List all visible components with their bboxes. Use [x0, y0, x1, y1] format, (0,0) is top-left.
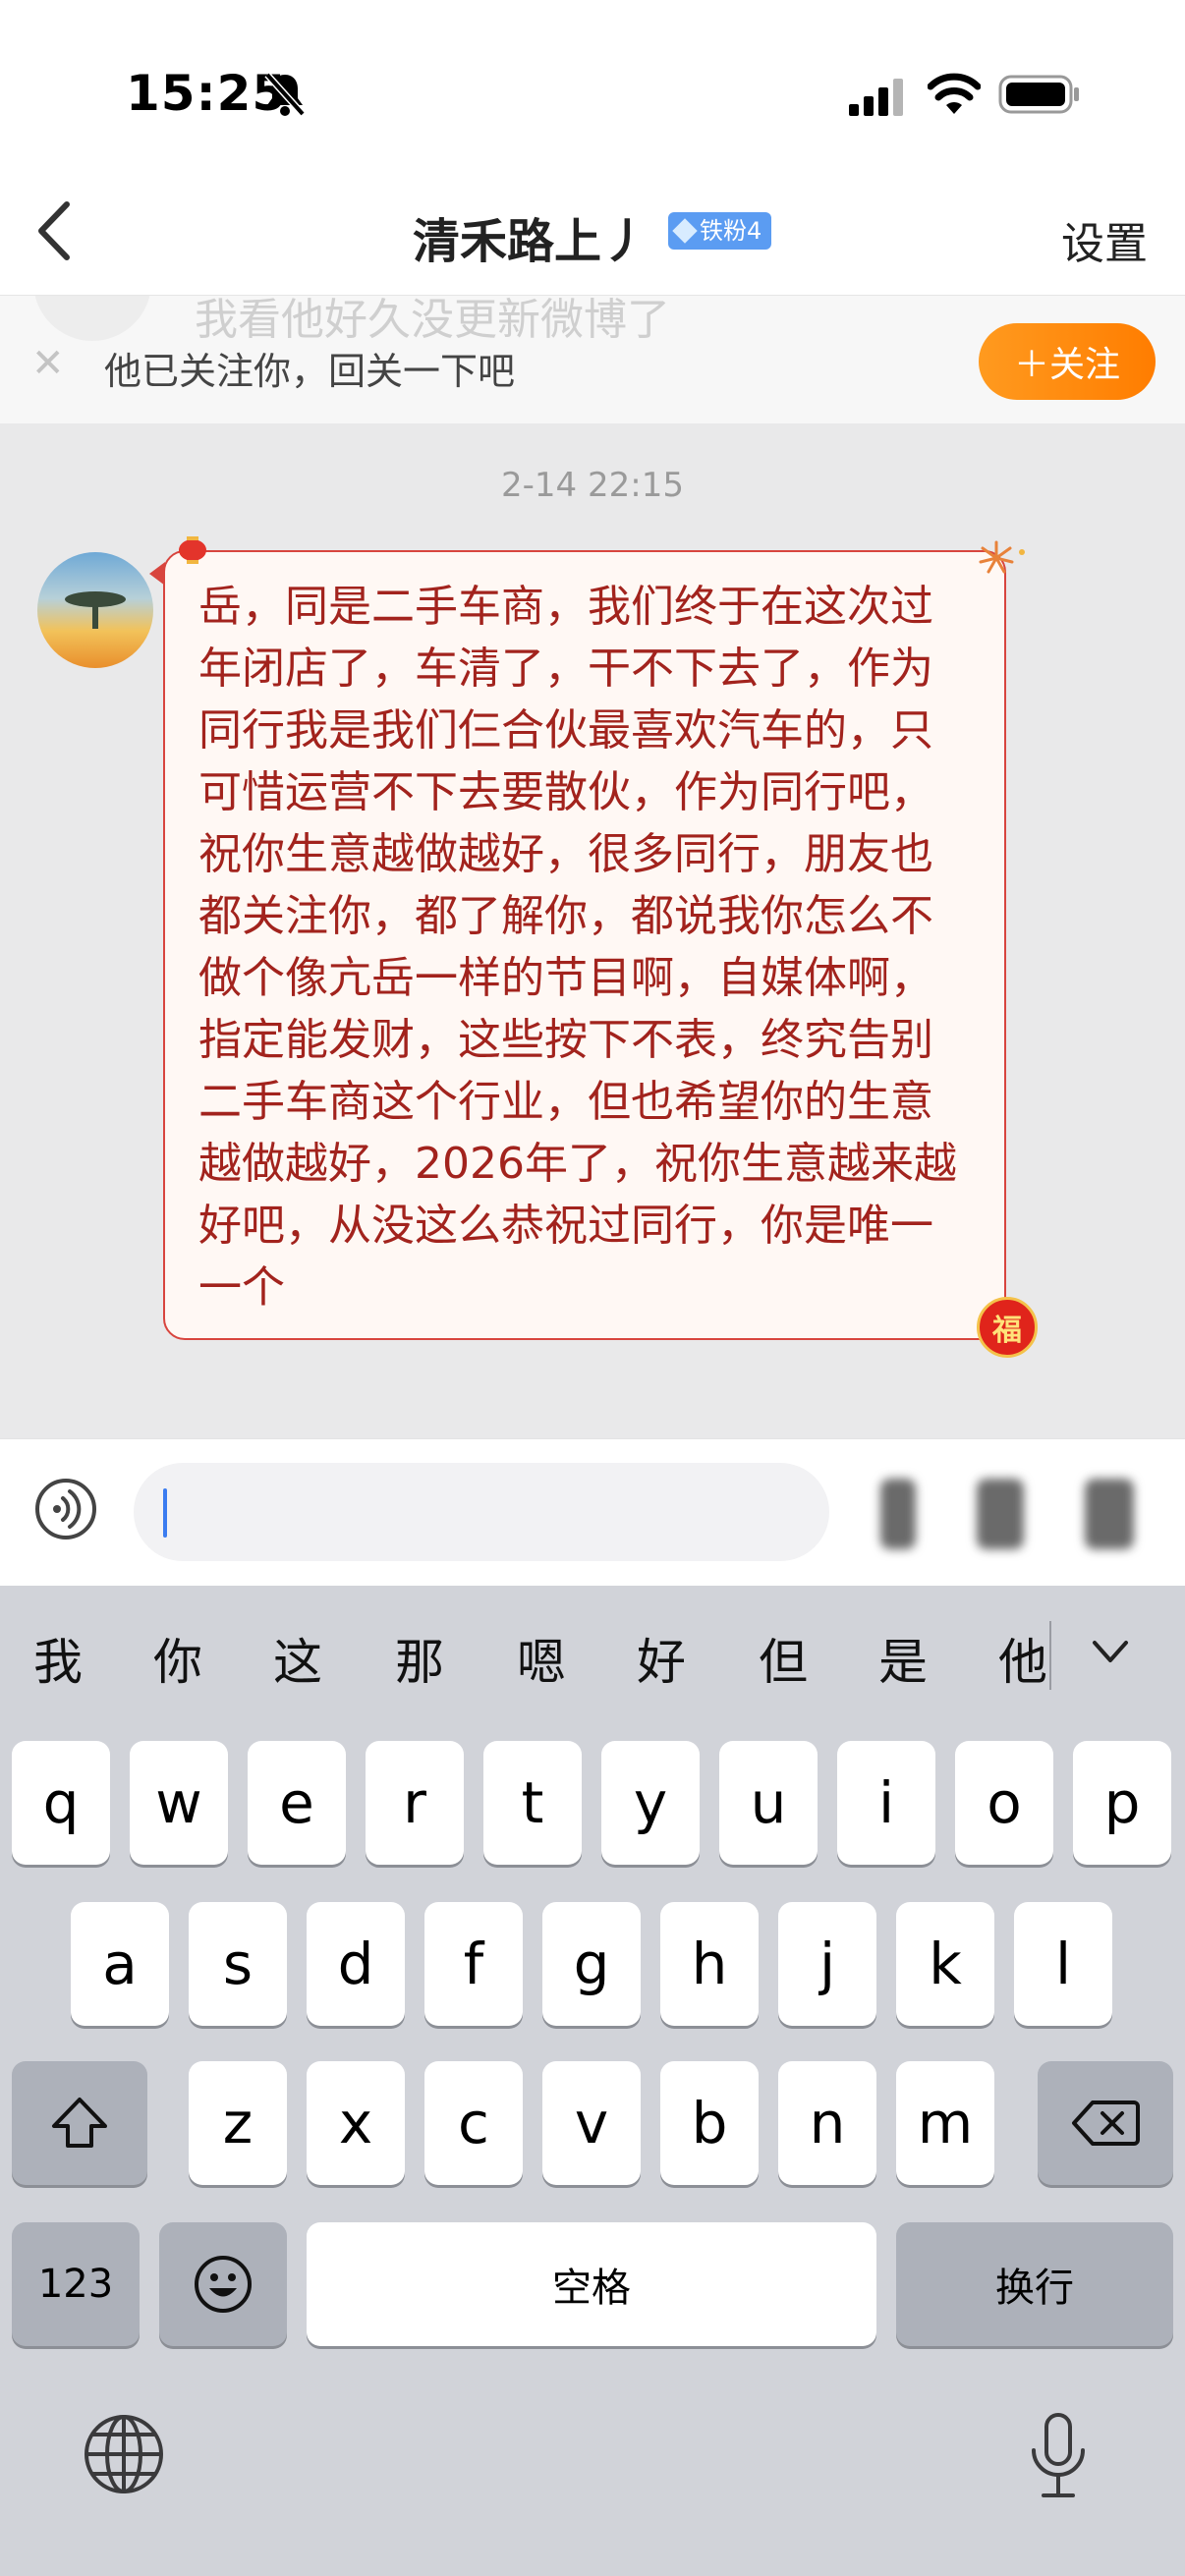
follow-button[interactable]: ＋关注: [979, 323, 1156, 400]
avatar[interactable]: [37, 552, 153, 668]
lantern-decoration-icon: [179, 536, 206, 564]
key-r[interactable]: r: [366, 1741, 464, 1865]
cellular-signal-icon: [849, 79, 903, 116]
key-g[interactable]: g: [542, 1902, 641, 2026]
header: 15:25 清禾路上丿 铁粉4 设置: [0, 0, 1185, 295]
candidate-word[interactable]: 这: [273, 1623, 322, 1694]
microphone-icon[interactable]: [1026, 2411, 1091, 2501]
message-input[interactable]: [134, 1463, 829, 1561]
return-key[interactable]: 换行: [896, 2222, 1173, 2346]
diamond-icon: [672, 218, 698, 244]
bell-slash-icon: [264, 72, 306, 117]
fan-badge-label: 铁粉4: [700, 217, 762, 245]
key-m[interactable]: m: [896, 2061, 994, 2185]
key-w[interactable]: w: [130, 1741, 228, 1865]
key-h[interactable]: h: [660, 1902, 759, 2026]
key-u[interactable]: u: [719, 1741, 818, 1865]
key-d[interactable]: d: [307, 1902, 405, 2026]
candidate-divider: [1049, 1621, 1051, 1690]
backspace-icon: [1072, 2100, 1140, 2146]
emoji-key[interactable]: [159, 2222, 287, 2346]
candidate-word[interactable]: 他: [998, 1623, 1047, 1694]
numbers-key[interactable]: 123: [12, 2222, 140, 2346]
key-x[interactable]: x: [307, 2061, 405, 2185]
key-i[interactable]: i: [837, 1741, 935, 1865]
key-v[interactable]: v: [542, 2061, 641, 2185]
shift-arrow-icon: [52, 2098, 107, 2148]
banner-text: 他已关注你，回关一下吧: [104, 350, 516, 393]
settings-button[interactable]: 设置: [1061, 208, 1148, 271]
keyboard: 我 你 这 那 嗯 好 但 是 他 q w e r t y u i o p a …: [0, 1586, 1185, 2576]
close-icon[interactable]: ✕: [31, 341, 65, 386]
backspace-key[interactable]: [1038, 2061, 1173, 2185]
text-caret: [163, 1488, 167, 1538]
key-b[interactable]: b: [660, 2061, 759, 2185]
candidate-word[interactable]: 好: [637, 1623, 686, 1694]
emoji-smile-icon: [195, 2256, 252, 2313]
ghost-avatar: [33, 296, 151, 341]
follow-back-banner: 我看他好久没更新微博了 ✕ 他已关注你，回关一下吧 ＋关注: [0, 295, 1185, 423]
blurred-toolbar-icons[interactable]: [855, 1469, 1159, 1563]
voice-input-icon[interactable]: [33, 1477, 98, 1541]
chevron-down-icon[interactable]: [1091, 1637, 1130, 1666]
message-bubble[interactable]: 岳，同是二手车商，我们终于在这次过年闭店了，车清了，干不下去了，作为同行我是我们…: [163, 550, 1006, 1340]
space-key[interactable]: 空格: [307, 2222, 876, 2346]
key-c[interactable]: c: [424, 2061, 523, 2185]
firework-decoration-icon: [979, 540, 1025, 574]
back-chevron-icon[interactable]: [29, 196, 79, 265]
candidate-word[interactable]: 嗯: [517, 1623, 566, 1694]
candidate-word[interactable]: 你: [153, 1623, 202, 1694]
candidate-word[interactable]: 但: [759, 1623, 808, 1694]
wifi-icon: [928, 73, 981, 114]
key-e[interactable]: e: [248, 1741, 346, 1865]
key-l[interactable]: l: [1014, 1902, 1112, 2026]
candidate-word[interactable]: 那: [395, 1623, 444, 1694]
candidate-word[interactable]: 是: [878, 1623, 928, 1694]
candidate-word[interactable]: 我: [33, 1623, 83, 1694]
key-y[interactable]: y: [601, 1741, 700, 1865]
key-p[interactable]: p: [1073, 1741, 1171, 1865]
chat-title: 清禾路上丿: [413, 214, 649, 269]
message-timestamp: 2-14 22:15: [501, 466, 684, 505]
key-k[interactable]: k: [896, 1902, 994, 2026]
battery-icon: [998, 75, 1079, 114]
key-z[interactable]: z: [189, 2061, 287, 2185]
key-s[interactable]: s: [189, 1902, 287, 2026]
globe-icon[interactable]: [83, 2413, 165, 2495]
key-j[interactable]: j: [778, 1902, 876, 2026]
key-q[interactable]: q: [12, 1741, 110, 1865]
key-o[interactable]: o: [955, 1741, 1053, 1865]
message-text: 岳，同是二手车商，我们终于在这次过年闭店了，车清了，干不下去了，作为同行我是我们…: [198, 582, 957, 1313]
ghost-message-text: 我看他好久没更新微博了: [195, 295, 670, 345]
key-n[interactable]: n: [778, 2061, 876, 2185]
fu-badge-icon: 福: [977, 1297, 1038, 1358]
key-a[interactable]: a: [71, 1902, 169, 2026]
key-t[interactable]: t: [483, 1741, 582, 1865]
fan-level-badge: 铁粉4: [668, 212, 772, 250]
input-bar: [0, 1438, 1185, 1587]
key-f[interactable]: f: [424, 1902, 523, 2026]
candidate-bar: 我 你 这 那 嗯 好 但 是 他: [0, 1586, 1185, 1713]
shift-key[interactable]: [12, 2061, 147, 2185]
